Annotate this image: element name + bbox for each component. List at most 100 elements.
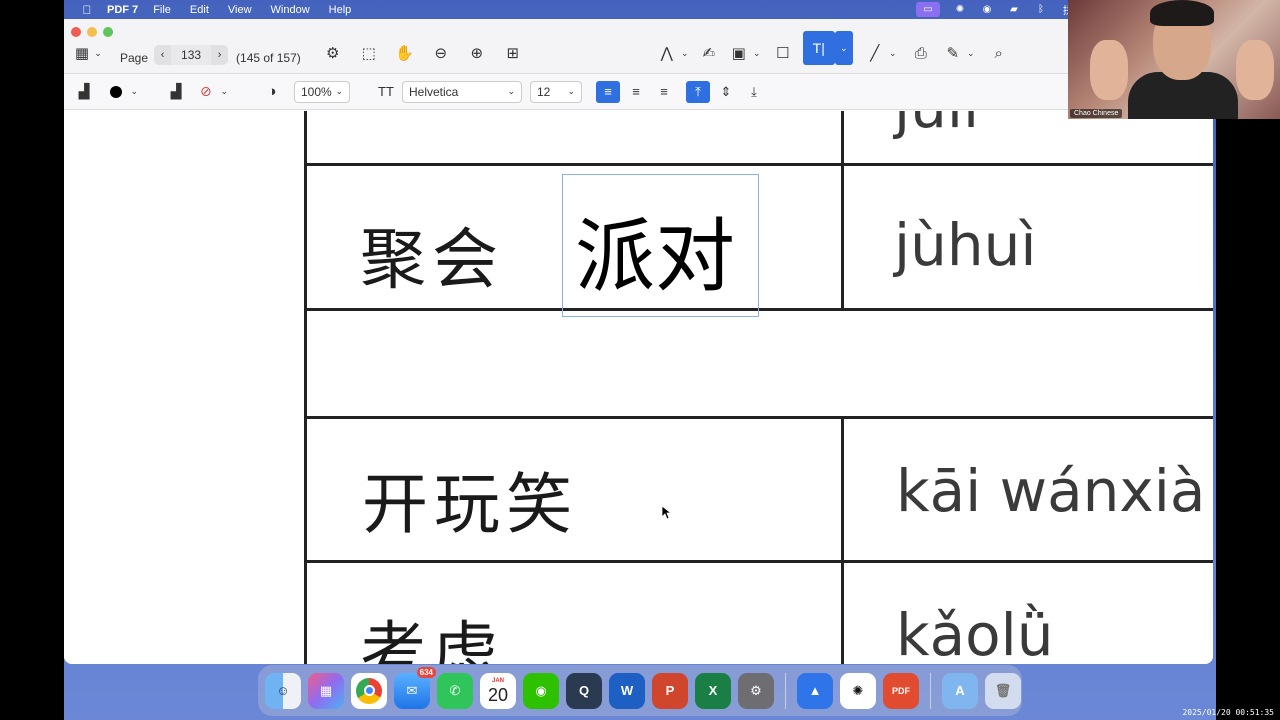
whatsapp-icon[interactable]: ✆	[437, 672, 473, 709]
color-swatch	[110, 85, 122, 98]
font-size-select[interactable]: 12 ⌄	[530, 80, 582, 103]
chrome-logo-center	[363, 685, 375, 696]
chevron-down-icon[interactable]: ⌄	[751, 41, 763, 65]
next-page-button[interactable]: ›	[211, 49, 228, 61]
print-icon[interactable]: ⎙	[909, 41, 933, 65]
chatgpt-icon[interactable]: ✺	[840, 672, 876, 709]
screen:  PDF 7 File Edit View Window Help ▭ ✺ ◉…	[0, 0, 1280, 720]
no-fill-icon: ⊘	[200, 83, 212, 99]
text-color-icon[interactable]: ▟	[74, 80, 94, 104]
align-center-icon[interactable]: ≡	[624, 81, 648, 103]
chevron-down-icon[interactable]: ⌄	[965, 41, 977, 65]
comment-icon[interactable]: ☐	[771, 41, 795, 65]
menu-window[interactable]: Window	[271, 4, 310, 16]
chevron-down-icon[interactable]: ⌄	[679, 41, 691, 65]
wechat-icon[interactable]: ◉	[980, 4, 994, 15]
fill-color-picker[interactable]: ⌄	[104, 81, 144, 103]
wechat-icon[interactable]: ◉	[523, 672, 559, 709]
chrome-icon[interactable]	[351, 672, 387, 709]
chrome-logo	[356, 677, 382, 704]
hand-tool-icon[interactable]: ✋	[393, 41, 417, 65]
align-left-icon[interactable]: ≡	[596, 80, 620, 103]
menu-view[interactable]: View	[228, 4, 252, 16]
main-toolbar: ▦ ⌄ Page ‹ 133 › (145 of 157) ⚙ ⬚ ✋ ⊖ ⊕ …	[64, 19, 1213, 73]
recording-timestamp: 2025/01/20 00:51:35	[1182, 708, 1274, 717]
edit-form-icon[interactable]: ✎	[941, 41, 965, 65]
trash-icon[interactable]: 🗑	[985, 672, 1021, 709]
border-color-icon[interactable]: ▟	[166, 80, 186, 104]
line-tool-icon[interactable]: ╱	[863, 41, 887, 65]
table-row-line	[304, 163, 1213, 166]
mail-icon[interactable]: ✉ 634	[394, 666, 436, 709]
search-icon[interactable]: ⌕	[987, 41, 1011, 65]
pdf-app-icon[interactable]: PDF	[883, 672, 919, 709]
screen-share-icon[interactable]: ▭	[916, 2, 940, 17]
chevron-down-icon: ⌄	[567, 86, 575, 96]
menu-file[interactable]: File	[153, 4, 171, 16]
screen-capture-icon[interactable]: ▲	[797, 672, 833, 709]
added-text-box[interactable]: 派对	[562, 174, 759, 317]
page-navigator: ‹ 133 ›	[154, 45, 229, 65]
launchpad-icon[interactable]: ▦	[308, 672, 344, 709]
calendar-day: 20	[487, 684, 509, 705]
signature-icon[interactable]: ✍	[697, 41, 721, 65]
added-text[interactable]: 派对	[575, 192, 735, 308]
marquee-select-icon[interactable]: ⬚	[357, 41, 381, 65]
grid-view-icon[interactable]: ▦	[74, 41, 90, 65]
webcam-person-hand	[1090, 40, 1128, 100]
two-page-view-icon[interactable]: ⊞	[501, 41, 525, 65]
chatgpt-icon[interactable]: ✺	[953, 4, 967, 15]
page-label: Page	[120, 51, 149, 65]
font-select[interactable]: Helvetica ⌄	[402, 80, 522, 103]
align-bottom-icon[interactable]: ⤓	[742, 81, 766, 103]
pinyin-cell: kāi wánxià	[896, 457, 1206, 525]
opacity-icon[interactable]: ◑	[262, 80, 282, 104]
zoom-value: 100%	[301, 84, 332, 99]
page-number-field[interactable]: 133	[171, 45, 212, 65]
powerpoint-icon[interactable]: P	[652, 672, 688, 709]
mouse-cursor-icon	[662, 506, 672, 520]
zoom-out-icon[interactable]: ⊖	[429, 41, 453, 65]
settings-icon[interactable]: ⚙	[321, 41, 345, 65]
chevron-down-icon: ⌄	[507, 86, 515, 96]
apple-icon[interactable]: 	[76, 3, 98, 17]
zoom-button[interactable]	[103, 27, 113, 37]
webcam-overlay: Chao Chinese	[1068, 0, 1280, 119]
close-button[interactable]	[71, 27, 81, 37]
quicktime-icon[interactable]: Q	[566, 672, 602, 709]
chevron-down-icon[interactable]: ⌄	[834, 31, 853, 65]
minimize-button[interactable]	[87, 27, 97, 37]
font-size-icon[interactable]: TT	[376, 80, 396, 104]
border-style-picker[interactable]: ⊘ ⌄	[194, 81, 234, 103]
prev-page-button[interactable]: ‹	[154, 49, 171, 61]
zoom-in-icon[interactable]: ⊕	[465, 41, 489, 65]
table-row-line	[304, 416, 1213, 419]
menu-edit[interactable]: Edit	[190, 4, 209, 16]
chevron-down-icon: ⌄	[335, 86, 343, 96]
app-name[interactable]: PDF 7	[107, 4, 138, 16]
align-right-icon[interactable]: ≡	[652, 81, 676, 103]
window-controls	[71, 27, 113, 37]
word-icon[interactable]: W	[609, 672, 645, 709]
text-tool-icon[interactable]: T|	[802, 31, 835, 65]
system-settings-icon[interactable]: ⚙	[738, 672, 774, 709]
page-count: (145 of 157)	[236, 51, 301, 65]
image-icon[interactable]: ▣	[727, 41, 751, 65]
stage-icon[interactable]: ▰	[1007, 4, 1021, 15]
dock: ☺ ▦ ✉ 634 ✆ JAN 20 ◉ Q W P X ⚙ ▲ ✺ PDF A …	[258, 665, 1022, 716]
calendar-icon[interactable]: JAN 20	[480, 672, 516, 709]
zoom-select[interactable]: 100% ⌄	[294, 80, 350, 103]
finder-icon[interactable]: ☺	[265, 672, 301, 709]
applications-folder-icon[interactable]: A	[942, 672, 978, 709]
excel-icon[interactable]: X	[695, 672, 731, 709]
bluetooth-icon[interactable]: ᛒ	[1034, 4, 1048, 15]
format-toolbar: ▟ ⌄ ▟ ⊘ ⌄ ◑ 100% ⌄ TT Helvetica ⌄ 12 ⌄ ≡…	[64, 73, 1213, 110]
pen-tool-icon[interactable]: ⋀	[655, 41, 679, 65]
align-middle-icon[interactable]: ⇕	[714, 81, 738, 103]
chevron-down-icon[interactable]: ⌄	[90, 41, 106, 65]
pdf-page: jūli 聚会 派对 jùhuì 开玩笑 kāi wánxià 考虑 kǎolǜ	[64, 111, 1213, 664]
menu-help[interactable]: Help	[329, 4, 352, 16]
align-top-icon[interactable]: ⤒	[686, 80, 710, 103]
chevron-down-icon[interactable]: ⌄	[887, 41, 899, 65]
table-border-left	[304, 111, 307, 664]
